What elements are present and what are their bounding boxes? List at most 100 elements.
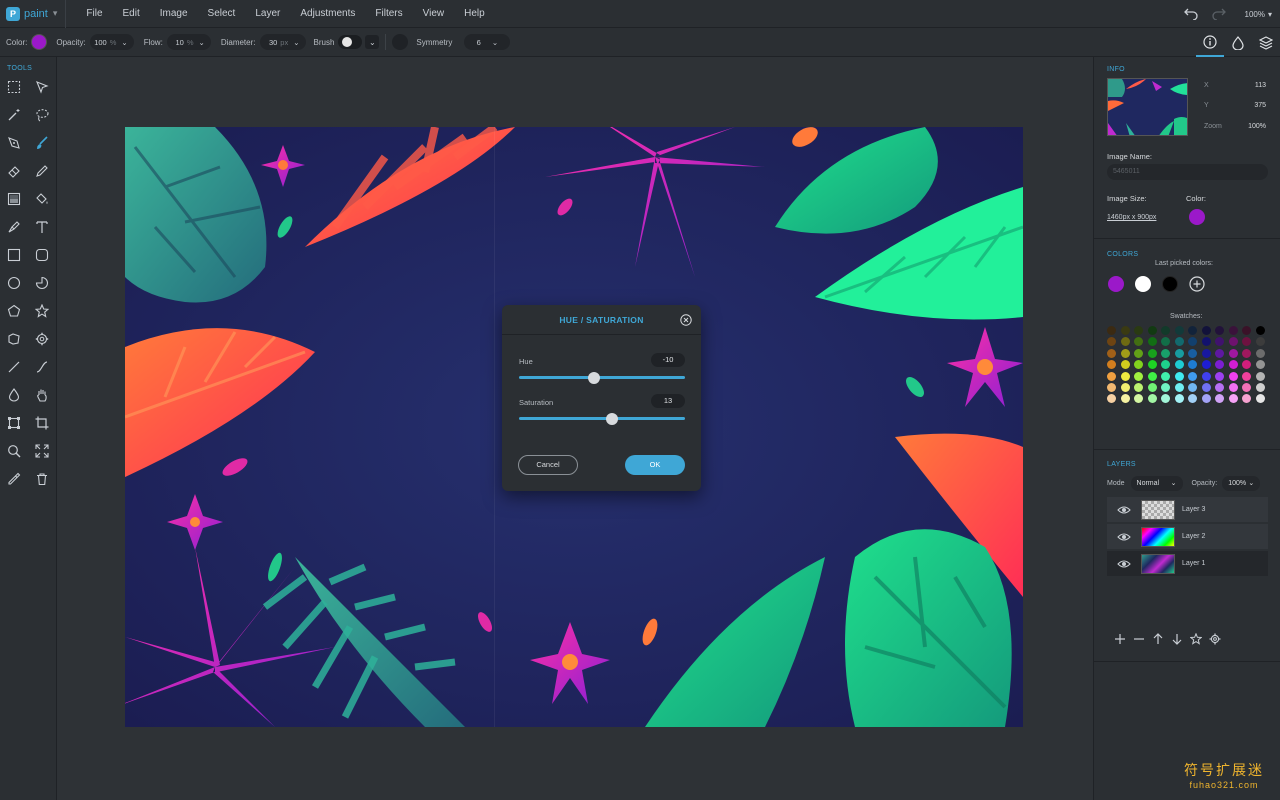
- color-swatch[interactable]: [1174, 348, 1184, 358]
- pie-tool[interactable]: [32, 273, 52, 293]
- color-swatch[interactable]: [1134, 337, 1143, 347]
- color-swatch[interactable]: [1242, 382, 1251, 392]
- color-swatch[interactable]: [1215, 394, 1224, 404]
- arrow-down-icon[interactable]: [1170, 632, 1184, 646]
- gradient-tool[interactable]: [4, 189, 24, 209]
- crop-tool[interactable]: [32, 413, 52, 433]
- color-swatch[interactable]: [1255, 382, 1265, 392]
- line-tool[interactable]: [4, 357, 24, 377]
- image-size-link[interactable]: 1460px x 900px: [1107, 214, 1156, 221]
- color-swatch[interactable]: [1147, 337, 1157, 347]
- color-swatch[interactable]: [1255, 326, 1265, 335]
- symmetry-field[interactable]: 6 ⌄: [464, 34, 511, 50]
- star-icon[interactable]: [1189, 632, 1203, 646]
- color-swatch[interactable]: [1134, 371, 1143, 381]
- clone-stamp-tool[interactable]: [4, 217, 24, 237]
- blur-tool[interactable]: [4, 385, 24, 405]
- color-swatch[interactable]: [1120, 348, 1130, 358]
- color-swatch[interactable]: [1188, 326, 1197, 335]
- color-swatch[interactable]: [1161, 326, 1170, 335]
- text-tool[interactable]: [32, 217, 52, 237]
- color-swatch[interactable]: [1107, 348, 1116, 358]
- hue-slider[interactable]: [519, 371, 685, 384]
- tab-info[interactable]: [1196, 28, 1224, 57]
- star-tool[interactable]: [32, 301, 52, 321]
- add-layer-icon[interactable]: [1113, 632, 1127, 646]
- color-swatch[interactable]: [1242, 326, 1251, 335]
- color-swatch[interactable]: [1228, 337, 1238, 347]
- info-color-swatch[interactable]: [1189, 209, 1205, 225]
- color-swatch[interactable]: [1107, 337, 1116, 347]
- color-swatch[interactable]: [1134, 360, 1143, 370]
- diameter-field[interactable]: 30 px ⌄: [259, 34, 306, 50]
- color-swatch[interactable]: [1107, 360, 1116, 370]
- layer-row[interactable]: Layer 2: [1107, 524, 1268, 550]
- tab-layers[interactable]: [1252, 28, 1280, 57]
- color-swatch[interactable]: [1120, 394, 1130, 404]
- undo-icon[interactable]: [1181, 4, 1201, 24]
- gear-icon[interactable]: [1208, 632, 1222, 646]
- pencil-tool[interactable]: [32, 161, 52, 181]
- color-swatch[interactable]: [1215, 360, 1224, 370]
- brush-dropdown-button[interactable]: ⌄: [365, 35, 380, 49]
- layer-opacity-select[interactable]: 100% ⌄: [1222, 475, 1261, 491]
- flow-field[interactable]: 10 % ⌄: [166, 34, 211, 50]
- color-swatch[interactable]: [1188, 337, 1197, 347]
- brush-tool[interactable]: [32, 133, 52, 153]
- opacity-field[interactable]: 100 % ⌄: [89, 34, 134, 50]
- saturation-value[interactable]: 13: [651, 394, 685, 408]
- color-swatch[interactable]: [1228, 348, 1238, 358]
- color-swatch[interactable]: [1134, 326, 1143, 335]
- ok-button[interactable]: OK: [625, 455, 685, 475]
- layer-row[interactable]: Layer 1: [1107, 551, 1268, 577]
- color-swatch[interactable]: [1188, 382, 1197, 392]
- color-swatch[interactable]: [1201, 394, 1211, 404]
- polygon-tool[interactable]: [4, 301, 24, 321]
- eye-icon[interactable]: [1117, 557, 1131, 571]
- arrow-up-icon[interactable]: [1151, 632, 1165, 646]
- brush-preview[interactable]: [338, 35, 363, 49]
- menu-layer[interactable]: Layer: [245, 0, 290, 28]
- color-swatch[interactable]: [1174, 394, 1184, 404]
- color-swatch[interactable]: [1228, 394, 1238, 404]
- color-swatch[interactable]: [1215, 348, 1224, 358]
- close-icon[interactable]: [680, 314, 692, 326]
- rectangle-tool[interactable]: [4, 245, 24, 265]
- color-swatch[interactable]: [1161, 371, 1170, 381]
- rect-select-tool[interactable]: [4, 77, 24, 97]
- color-swatch[interactable]: [1174, 371, 1184, 381]
- color-swatch[interactable]: [1188, 371, 1197, 381]
- eraser-tool[interactable]: [4, 161, 24, 181]
- color-swatch[interactable]: [1174, 382, 1184, 392]
- color-swatch[interactable]: [1147, 382, 1157, 392]
- color-swatch[interactable]: [1255, 371, 1265, 381]
- color-swatch[interactable]: [1201, 360, 1211, 370]
- move-tool[interactable]: [32, 77, 52, 97]
- color-swatch[interactable]: [1201, 337, 1211, 347]
- rounded-rectangle-tool[interactable]: [32, 245, 52, 265]
- color-swatch[interactable]: [1174, 326, 1184, 335]
- zoom-tool[interactable]: [4, 441, 24, 461]
- custom-shape-tool[interactable]: [4, 329, 24, 349]
- saturation-slider[interactable]: [519, 412, 685, 425]
- delete-tool[interactable]: [32, 469, 52, 489]
- fit-screen-tool[interactable]: [32, 441, 52, 461]
- redo-icon[interactable]: [1209, 4, 1229, 24]
- color-swatch[interactable]: [1242, 371, 1251, 381]
- cancel-button[interactable]: Cancel: [518, 455, 578, 475]
- color-swatch[interactable]: [1161, 348, 1170, 358]
- menu-help[interactable]: Help: [454, 0, 495, 28]
- color-swatch[interactable]: [1161, 360, 1170, 370]
- curve-tool[interactable]: [32, 357, 52, 377]
- lasso-tool[interactable]: [32, 105, 52, 125]
- color-swatch[interactable]: [1147, 394, 1157, 404]
- color-swatch[interactable]: [1228, 371, 1238, 381]
- color-swatch[interactable]: [1120, 382, 1130, 392]
- color-swatch[interactable]: [1134, 382, 1143, 392]
- menu-select[interactable]: Select: [198, 0, 246, 28]
- pen-tool[interactable]: [4, 133, 24, 153]
- tab-colors[interactable]: [1224, 28, 1252, 57]
- color-swatch[interactable]: [1120, 360, 1130, 370]
- color-swatch[interactable]: [1147, 360, 1157, 370]
- blend-mode-select[interactable]: Normal ⌄: [1130, 475, 1183, 491]
